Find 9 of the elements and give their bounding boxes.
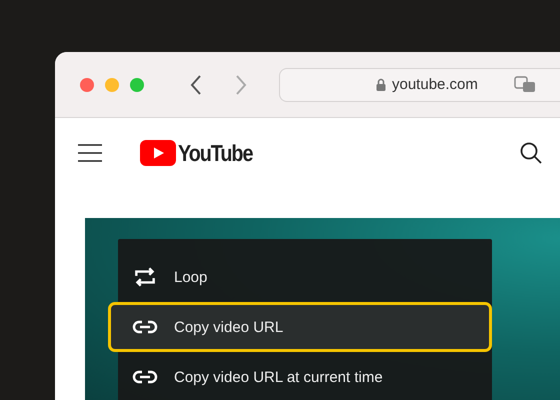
menu-item-label: Copy video URL bbox=[174, 318, 284, 336]
menu-item[interactable]: Loop bbox=[118, 252, 492, 302]
logo-wordmark[interactable]: YouTube bbox=[178, 140, 252, 166]
menu-item[interactable]: Copy video URL bbox=[108, 302, 492, 352]
menu-item-label: Copy video URL at current time bbox=[174, 368, 383, 386]
menu-item[interactable]: Copy video URL at current time bbox=[118, 352, 492, 400]
address-bar[interactable]: youtube.com bbox=[279, 68, 560, 102]
menu-item-label: Loop bbox=[174, 268, 208, 286]
address-text: youtube.com bbox=[392, 76, 478, 93]
